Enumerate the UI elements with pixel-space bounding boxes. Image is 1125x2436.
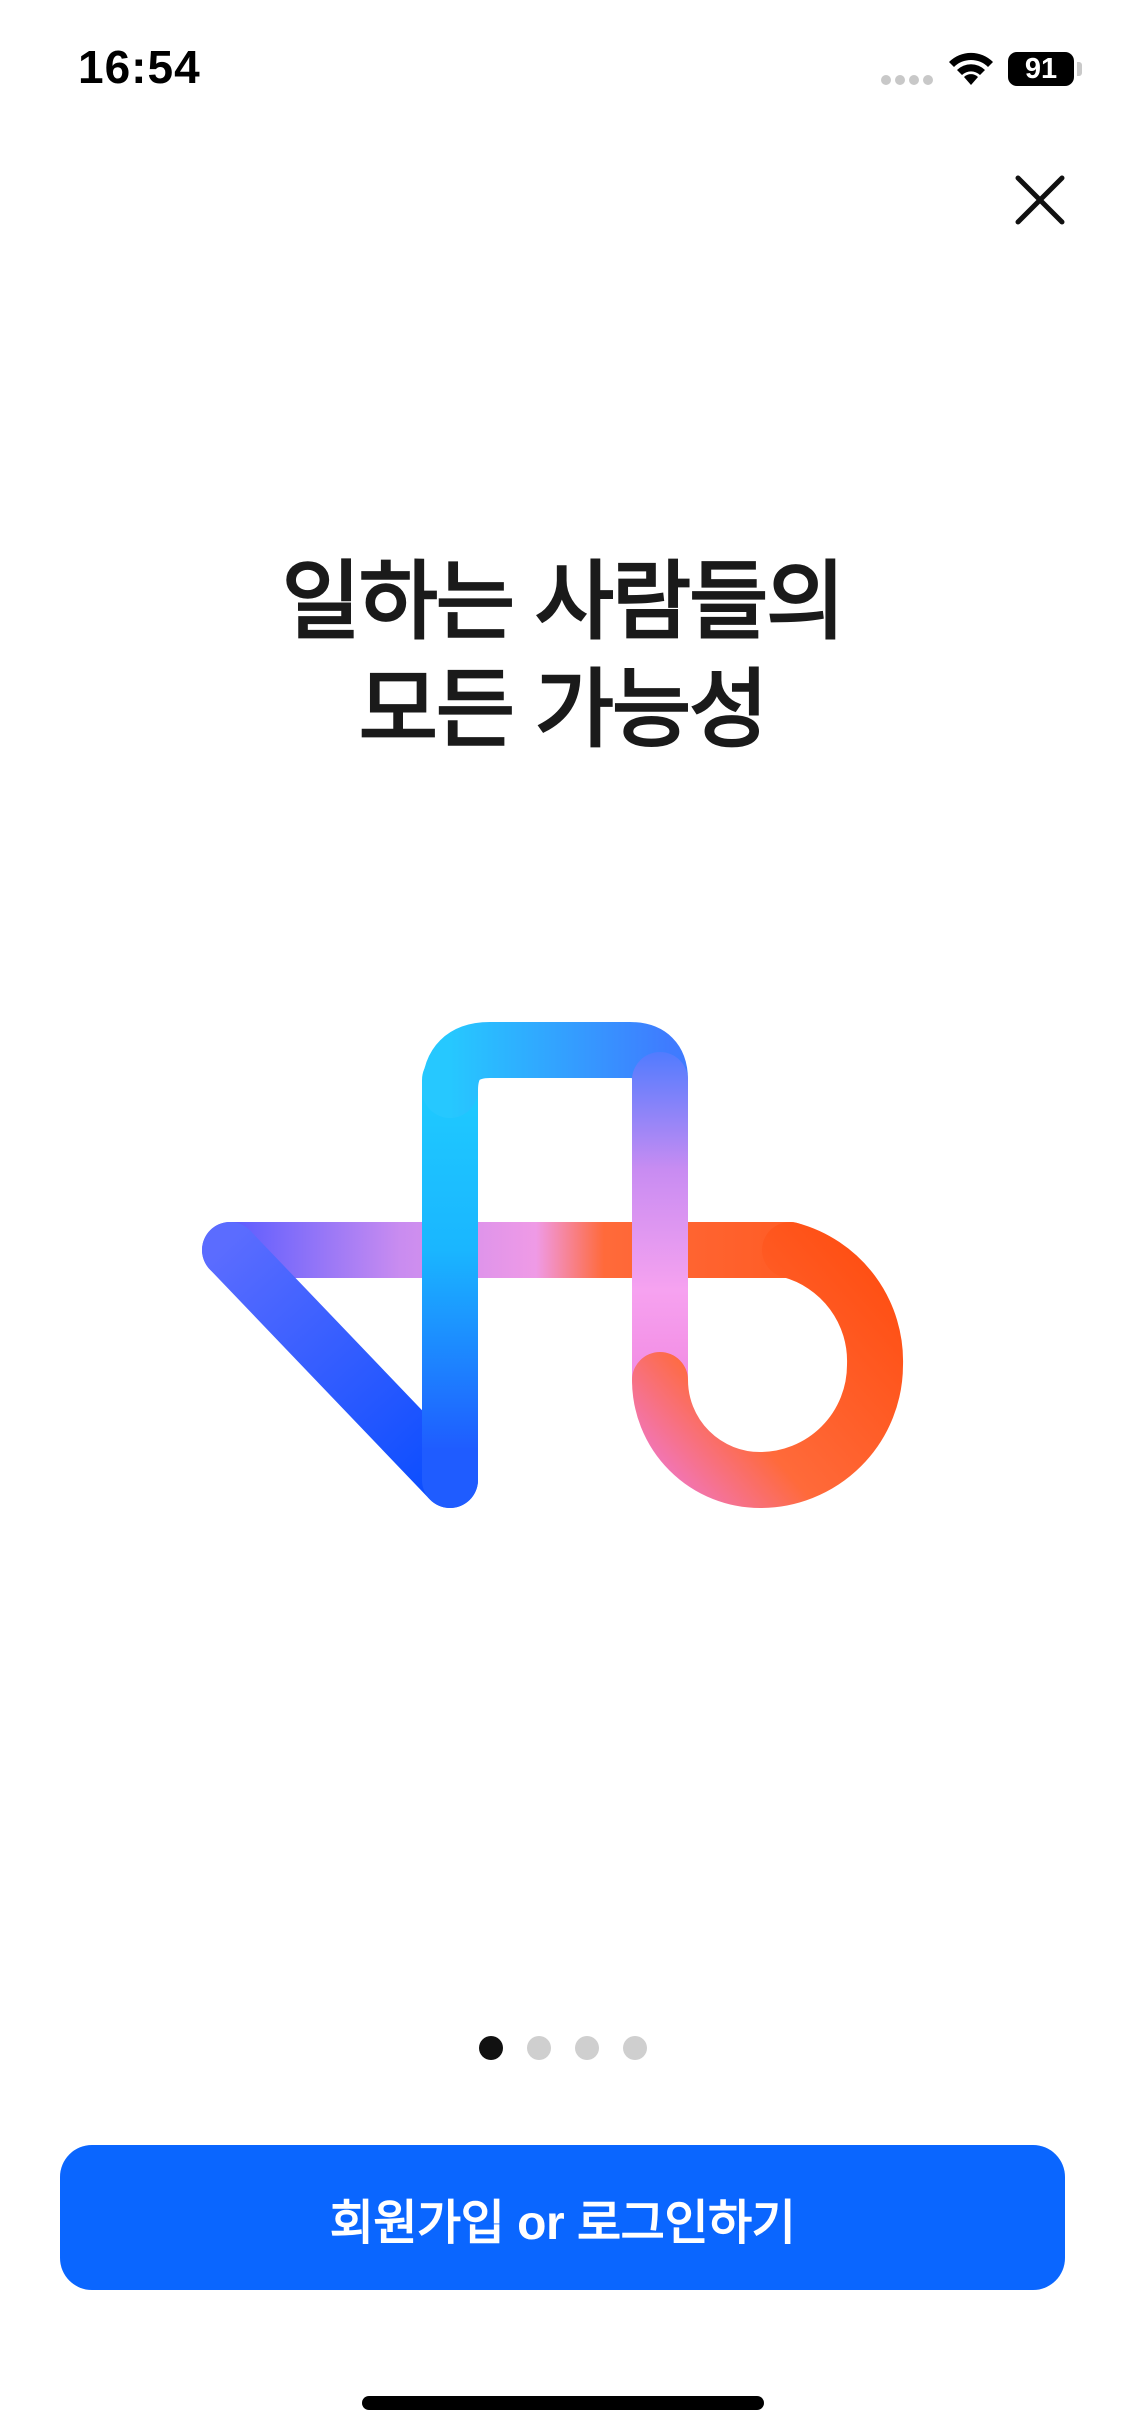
close-icon — [1015, 175, 1065, 225]
page-title: 일하는 사람들의 모든 가능성 — [0, 548, 1125, 764]
signup-login-button[interactable]: 회원가입 or 로그인하기 — [60, 2145, 1065, 2290]
headline-line-2: 모든 가능성 — [358, 662, 769, 758]
battery-icon: 91 — [1008, 52, 1074, 86]
wifi-icon — [949, 52, 993, 85]
home-indicator[interactable] — [362, 2396, 764, 2410]
page-dot-2[interactable] — [526, 2036, 551, 2060]
page-dot-3[interactable] — [574, 2036, 599, 2060]
page-indicator — [0, 2036, 1125, 2066]
battery-cap — [1077, 62, 1082, 76]
brand-logo-icon — [202, 1022, 904, 1509]
battery-level: 91 — [1024, 53, 1058, 85]
brand-logo — [190, 1010, 930, 1540]
page-dot-4[interactable] — [622, 2036, 647, 2060]
close-button[interactable] — [1000, 160, 1080, 240]
signal-dots-icon — [881, 75, 933, 85]
onboarding-screen: 16:54 91 일하는 사람들의 모든 가능성 회원가입 or 로그인하기 — [0, 0, 1125, 2436]
headline-line-1: 일하는 사람들의 — [281, 554, 846, 650]
status-time: 16:54 — [78, 41, 201, 93]
page-dot-1[interactable] — [478, 2036, 503, 2060]
status-bar: 16:54 91 — [0, 0, 1125, 140]
